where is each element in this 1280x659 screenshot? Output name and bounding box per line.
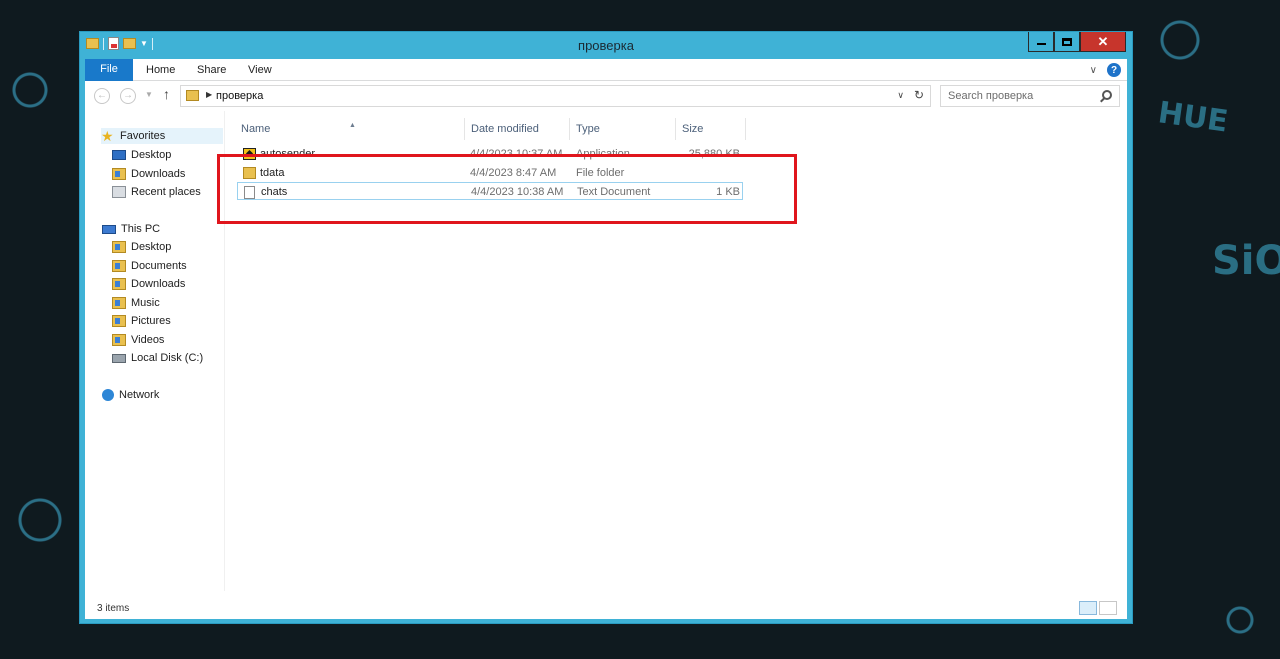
navigation-pane: ★ Favorites Desktop Downloads Recent pla…	[85, 111, 225, 591]
column-header-label: Name	[241, 123, 271, 135]
sidebar-item-label: Local Disk (C:)	[131, 352, 204, 364]
breadcrumb-separator-icon[interactable]: ▶	[206, 90, 212, 99]
tab-view[interactable]: View	[248, 64, 272, 76]
videos-folder-icon	[112, 334, 126, 346]
sidebar-item-label: Desktop	[131, 149, 172, 161]
downloads-folder-icon	[112, 278, 126, 290]
recent-places-icon	[112, 186, 126, 198]
star-icon: ★	[101, 128, 114, 144]
status-bar: 3 items	[85, 597, 1127, 619]
title-bar[interactable]: ▼ проверка ✕	[80, 32, 1132, 59]
network-icon	[102, 389, 114, 401]
sidebar-item-label: Documents	[131, 260, 187, 272]
sidebar-item-label: Videos	[131, 334, 165, 346]
folder-icon	[186, 90, 199, 101]
annotation-highlight-box	[217, 154, 797, 224]
sidebar-item-music[interactable]: Music	[112, 295, 160, 311]
tab-file[interactable]: File	[85, 59, 133, 81]
item-count: 3 items	[97, 603, 130, 614]
address-bar[interactable]: ▶ проверка ∨ ↻	[180, 85, 931, 107]
large-icons-view-button[interactable]	[1099, 601, 1117, 615]
sidebar-item-local-disk[interactable]: Local Disk (C:)	[112, 350, 203, 366]
maximize-icon	[1062, 37, 1072, 46]
close-button[interactable]: ✕	[1080, 32, 1126, 52]
column-header-date[interactable]: Date modified	[465, 118, 570, 140]
expand-ribbon-icon[interactable]: ∨	[1090, 65, 1097, 76]
column-header-label: Type	[576, 123, 600, 135]
window-body: File Home Share View ∨ ? ← → ▼ ↑ ▶ прове…	[85, 59, 1127, 619]
column-header-type[interactable]: Type	[570, 118, 676, 140]
sidebar-item-label: Desktop	[131, 241, 172, 253]
details-view-button[interactable]	[1079, 601, 1097, 615]
desktop-icon	[112, 150, 126, 160]
sidebar-item-pictures[interactable]: Pictures	[112, 313, 171, 329]
column-header-label: Size	[682, 123, 704, 135]
sidebar-item-downloads[interactable]: Downloads	[112, 166, 185, 182]
ribbon-controls: ∨ ?	[1090, 63, 1121, 77]
desktop-folder-icon	[112, 241, 126, 253]
explorer-window: ▼ проверка ✕ File Home Share View ∨ ? ← …	[79, 31, 1133, 624]
ribbon-tabs: File Home Share View ∨ ?	[85, 59, 1127, 81]
pictures-folder-icon	[112, 315, 126, 327]
column-header-label: Date modified	[471, 123, 539, 135]
sidebar-item-label: Downloads	[131, 278, 186, 290]
recent-locations-dropdown[interactable]: ▼	[145, 90, 153, 99]
refresh-icon[interactable]: ↻	[914, 88, 924, 102]
back-button[interactable]: ←	[94, 88, 110, 104]
window-controls: ✕	[1028, 32, 1126, 52]
sidebar-item-favorites[interactable]: ★ Favorites	[101, 128, 223, 144]
sidebar-item-pc-desktop[interactable]: Desktop	[112, 239, 171, 255]
up-button[interactable]: ↑	[163, 86, 170, 102]
downloads-folder-icon	[112, 168, 126, 180]
help-icon[interactable]: ?	[1107, 63, 1121, 77]
sidebar-item-pc-downloads[interactable]: Downloads	[112, 276, 185, 292]
wallpaper-doodle: HUE	[1155, 95, 1231, 140]
breadcrumb[interactable]: проверка	[216, 90, 263, 102]
sidebar-item-label: Downloads	[131, 168, 186, 180]
sidebar-item-network[interactable]: Network	[102, 387, 159, 403]
sidebar-item-label: Recent places	[131, 186, 201, 198]
search-placeholder: Search проверка	[948, 90, 1034, 102]
maximize-button[interactable]	[1054, 32, 1080, 52]
sidebar-item-label: This PC	[121, 223, 161, 235]
computer-icon	[102, 224, 116, 234]
minimize-icon	[1036, 43, 1046, 45]
window-title: проверка	[578, 38, 634, 53]
sidebar-item-label: Favorites	[120, 130, 166, 142]
sidebar-item-recent-places[interactable]: Recent places	[112, 184, 201, 200]
forward-button[interactable]: →	[120, 88, 136, 104]
view-toggle	[1079, 601, 1117, 615]
disk-drive-icon	[112, 353, 126, 363]
search-icon[interactable]	[1102, 90, 1112, 100]
sidebar-item-documents[interactable]: Documents	[112, 258, 187, 274]
column-header-name[interactable]: ▲ Name	[235, 118, 465, 140]
close-icon: ✕	[1097, 33, 1109, 49]
search-input[interactable]: Search проверка	[940, 85, 1120, 107]
sidebar-item-videos[interactable]: Videos	[112, 332, 164, 348]
sidebar-item-this-pc[interactable]: This PC	[102, 221, 160, 237]
documents-folder-icon	[112, 260, 126, 272]
sort-ascending-icon: ▲	[349, 122, 356, 129]
sidebar-item-label: Music	[131, 297, 160, 309]
minimize-button[interactable]	[1028, 32, 1054, 52]
music-folder-icon	[112, 297, 126, 309]
tab-share[interactable]: Share	[197, 64, 226, 76]
wallpaper-doodle: SiO	[1212, 238, 1280, 284]
sidebar-item-desktop[interactable]: Desktop	[112, 147, 171, 163]
address-dropdown-icon[interactable]: ∨	[897, 90, 904, 101]
sidebar-item-label: Network	[119, 389, 160, 401]
sidebar-item-label: Pictures	[131, 315, 171, 327]
tab-home[interactable]: Home	[146, 64, 175, 76]
address-row: ← → ▼ ↑ ▶ проверка ∨ ↻ Search проверка	[85, 81, 1127, 111]
column-header-size[interactable]: Size	[676, 118, 746, 140]
